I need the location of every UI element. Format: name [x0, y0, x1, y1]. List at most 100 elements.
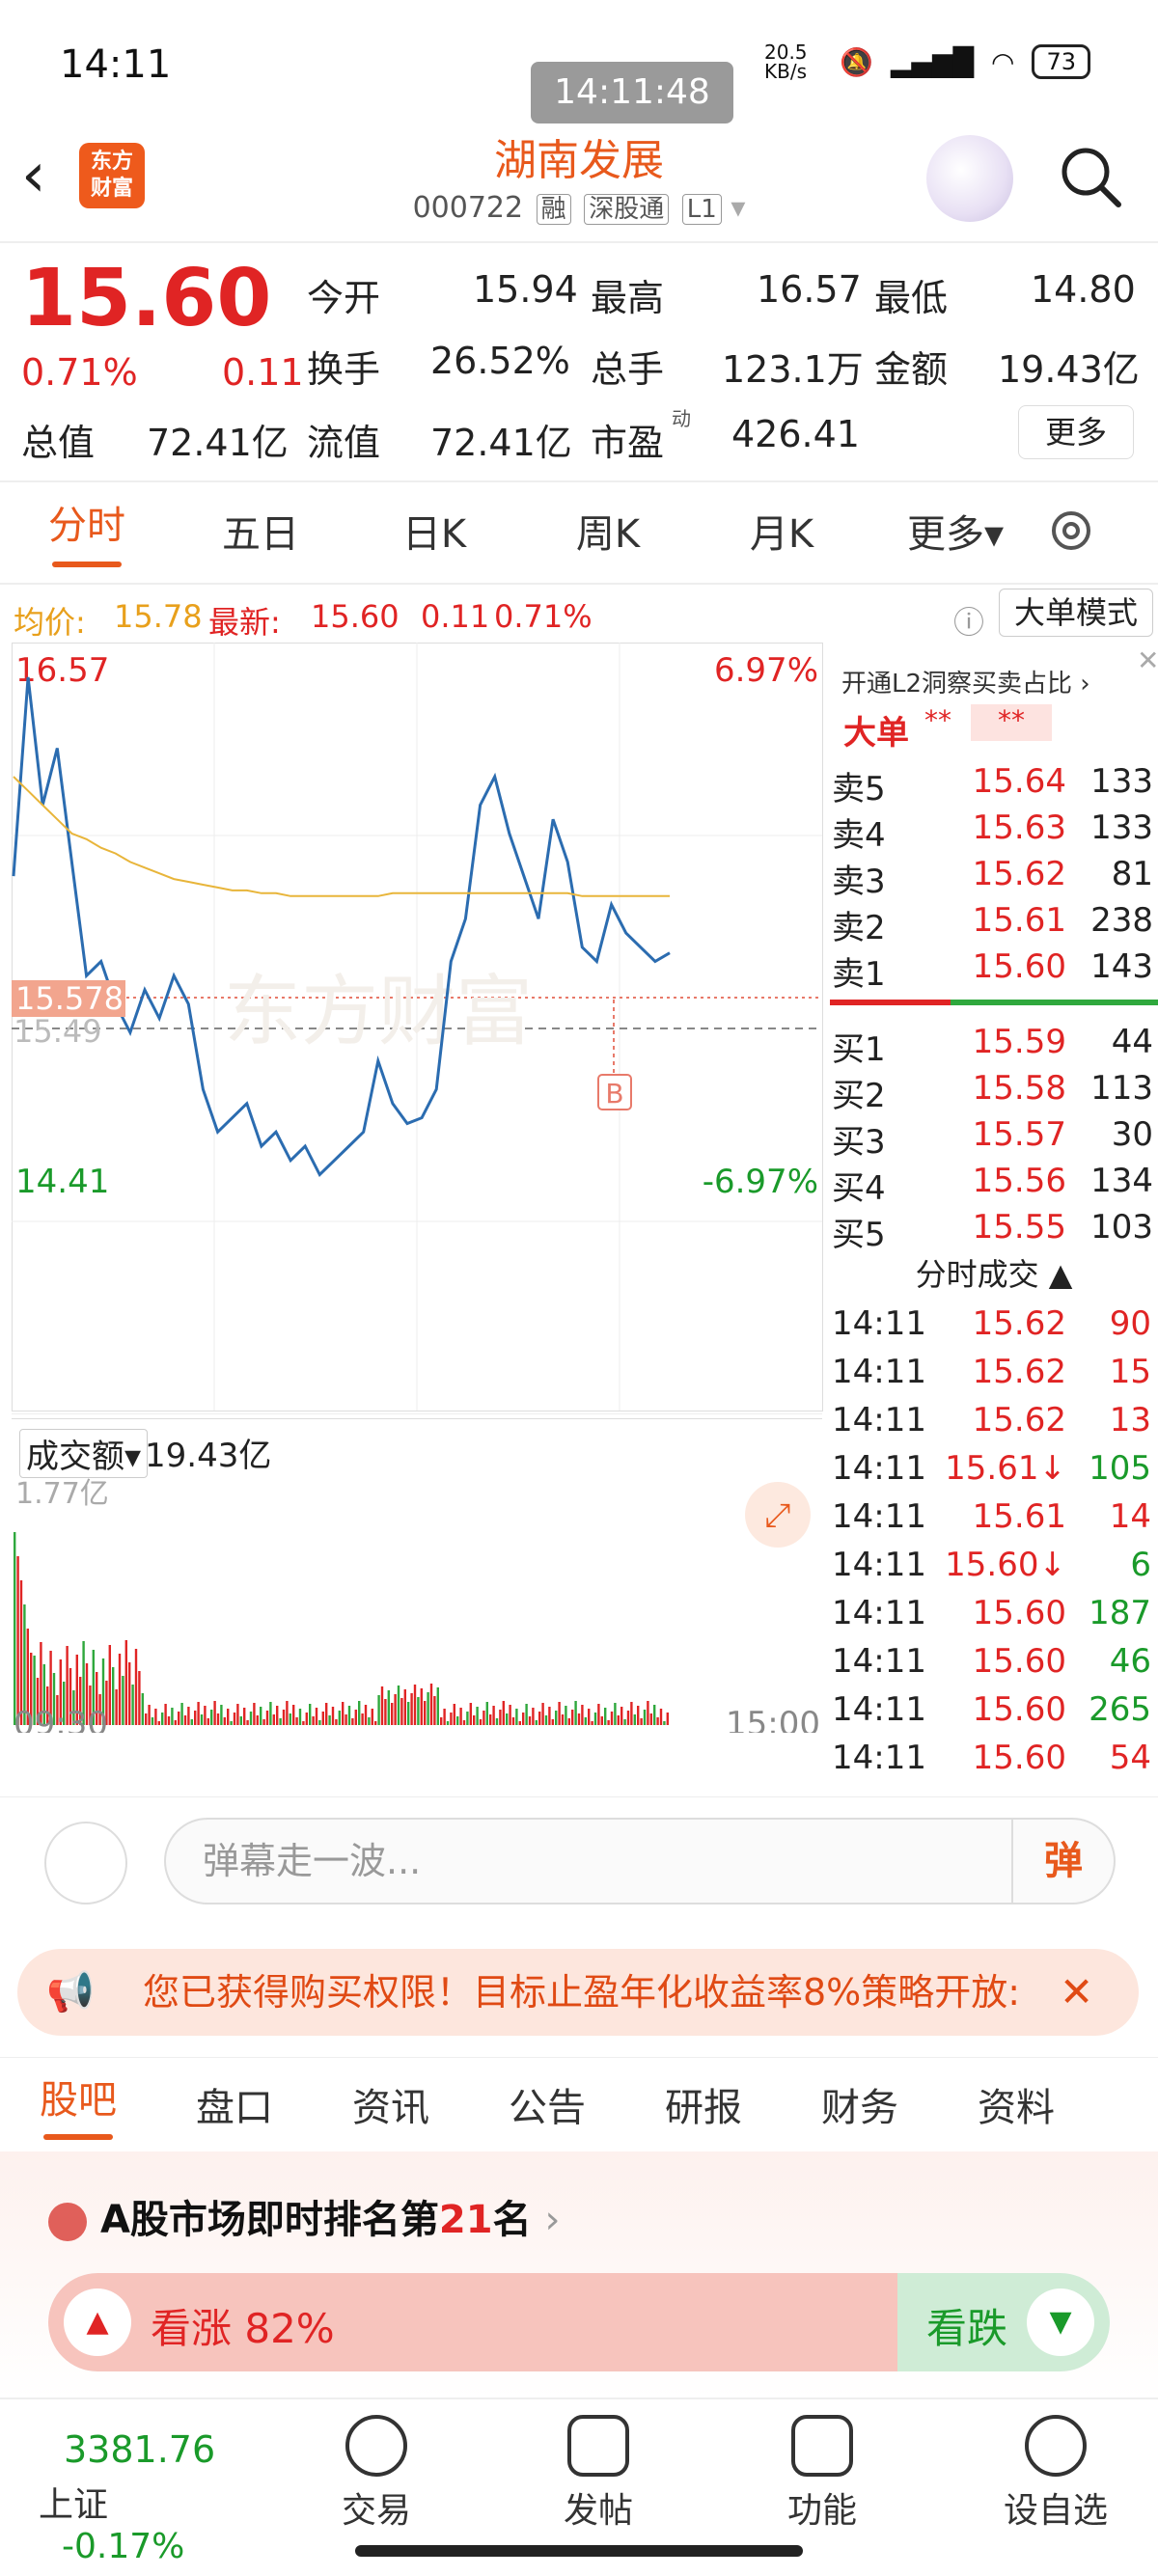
market-rank[interactable]: A股市场即时排名第21名 › [48, 2188, 561, 2244]
volume-bar [544, 1715, 548, 1725]
tab-news[interactable]: 资讯 [313, 2076, 469, 2132]
low-value: 14.80 [1031, 268, 1136, 311]
volume-bar [433, 1696, 436, 1725]
megaphone-icon: 📢 [46, 1970, 95, 2014]
status-icons: 20.5 KB/s 🔕 ▂▄▆█ ◠ 73 [764, 42, 1090, 81]
nav-watchlist[interactable]: 设自选 [988, 2399, 1123, 2533]
bid-row[interactable]: 买1 15.59 44 [830, 1023, 1153, 1069]
volume-bar [495, 1718, 499, 1725]
nav-post[interactable]: 发帖 [540, 2399, 656, 2533]
ask-row[interactable]: 卖5 15.64 133 [830, 762, 1153, 808]
help-icon[interactable]: ⓘ [953, 598, 984, 643]
volume-bar [167, 1716, 171, 1725]
volume-bar [371, 1709, 373, 1725]
volume-bar [443, 1709, 446, 1725]
volume-bar [410, 1693, 413, 1725]
volume-bar [138, 1671, 141, 1725]
tick-row: 14:11 15.60 265 [830, 1690, 1153, 1739]
mktcap-label: 总值 [21, 422, 96, 464]
nav-functions[interactable]: 功能 [764, 2399, 880, 2533]
volume-bar [141, 1693, 144, 1725]
volume-bar [561, 1714, 565, 1725]
index-ticker[interactable]: 3381.76 上证 -0.17% [19, 2399, 251, 2566]
big-order-mode-button[interactable]: 大单模式 [999, 589, 1153, 637]
bid-row[interactable]: 买2 15.58 113 [830, 1069, 1153, 1115]
tab-guba[interactable]: 股吧 [0, 2069, 156, 2140]
volume-bar [272, 1714, 275, 1725]
danmu-send-button[interactable]: 弹 [1011, 1820, 1114, 1903]
avg-value: 15.78 [114, 598, 203, 635]
volume-bar [174, 1720, 177, 1725]
y-bottom-label: 14.41 [15, 1163, 109, 1201]
ask-label: 卖5 [832, 770, 886, 808]
tab-monthly-k[interactable]: 月K [695, 503, 868, 559]
tab-weekly-k[interactable]: 周K [521, 503, 695, 559]
volume-selector[interactable]: 成交额▾ [19, 1429, 149, 1478]
tab-5day[interactable]: 五日 [174, 503, 347, 559]
tick-time: 14:11 [832, 1497, 926, 1536]
ticks-title[interactable]: 分时成交 ▲ [830, 1250, 1158, 1295]
ask-label: 卖1 [832, 955, 886, 994]
promo-notice[interactable]: 📢 您已获得购买权限！目标止盈年化收益率8%策略开放: ✕ [17, 1949, 1139, 2036]
volume-bar [413, 1685, 417, 1725]
tick-time: 14:11 [832, 1353, 926, 1391]
watermark: 东方财富 [224, 967, 533, 1056]
danmu-input[interactable]: 弹幕走一波... [164, 1818, 1116, 1905]
volume-bar [525, 1704, 528, 1725]
volume-bar [325, 1703, 328, 1725]
danmu-list-icon[interactable] [44, 1822, 127, 1905]
volume-bar [551, 1719, 554, 1725]
tab-pankou[interactable]: 盘口 [156, 2076, 313, 2132]
volume-bar [462, 1720, 466, 1725]
tab-daily-k[interactable]: 日K [347, 503, 521, 559]
volume-bar [128, 1662, 131, 1725]
change-pct: 0.71% [21, 351, 138, 394]
intraday-chart[interactable]: 16.57 6.97% 14.41 -6.97% 东方财富 15.578 15.… [12, 643, 824, 1414]
volume-bar [374, 1721, 377, 1725]
tab-profile[interactable]: 资料 [938, 2076, 1094, 2132]
search-icon[interactable] [1057, 143, 1124, 210]
l2-promo-text: 开通L2洞察买卖占比 [841, 670, 1073, 699]
ask-row[interactable]: 卖4 15.63 133 [830, 808, 1153, 855]
bid-row[interactable]: 买5 15.55 103 [830, 1208, 1153, 1254]
volume-bar [358, 1701, 361, 1725]
nav-trade[interactable]: 交易 [318, 2399, 434, 2533]
index-value: 3381.76 [64, 2428, 216, 2471]
amount-label: 金额 [874, 348, 949, 391]
tab-more[interactable]: 更多▾ [868, 503, 1042, 559]
robot-avatar[interactable] [926, 135, 1013, 222]
tab-finance[interactable]: 财务 [782, 2076, 938, 2132]
divider [0, 241, 1158, 243]
open-label: 今开 [307, 277, 381, 319]
tab-research[interactable]: 研报 [625, 2076, 782, 2132]
settings-gear-icon[interactable] [1042, 502, 1100, 560]
close-icon[interactable]: ✕ [1060, 1949, 1093, 2036]
ask-row[interactable]: 卖2 15.61 238 [830, 901, 1153, 947]
bid-volume: 44 [1111, 1023, 1153, 1061]
mktcap-value: 72.41亿 [147, 422, 289, 464]
volume-bar [112, 1667, 115, 1725]
l2-promo[interactable]: 开通L2洞察买卖占比 › [841, 664, 1090, 699]
tick-row: 14:11 15.62 13 [830, 1401, 1153, 1449]
ask-row[interactable]: 卖1 15.60 143 [830, 947, 1153, 994]
volume-bar [626, 1711, 630, 1725]
tab-intraday[interactable]: 分时 [0, 494, 174, 567]
volume-bar [190, 1719, 193, 1725]
tick-row: 14:11 15.61 14 [830, 1497, 1153, 1546]
more-button[interactable]: 更多 [1018, 405, 1134, 459]
close-icon[interactable]: ✕ [1137, 644, 1158, 676]
tab-announcements[interactable]: 公告 [469, 2076, 625, 2132]
tick-volume: 105 [1089, 1449, 1151, 1488]
ask-row[interactable]: 卖3 15.62 81 [830, 855, 1153, 901]
vote-down-button[interactable]: 看跌 ▼ [897, 2273, 1110, 2371]
volume-bar [450, 1713, 453, 1725]
bid-row[interactable]: 买4 15.56 134 [830, 1162, 1153, 1208]
tick-time: 14:11 [832, 1739, 926, 1777]
caret-down-icon[interactable]: ▾ [731, 191, 745, 225]
tick-row: 14:11 15.62 90 [830, 1304, 1153, 1353]
ask-volume: 143 [1090, 947, 1153, 986]
change-amount: 0.11 [222, 351, 304, 394]
tick-time: 14:11 [832, 1449, 926, 1488]
vote-up-button[interactable]: ▲ 看涨 82% [48, 2273, 917, 2371]
bid-row[interactable]: 买3 15.57 30 [830, 1115, 1153, 1162]
